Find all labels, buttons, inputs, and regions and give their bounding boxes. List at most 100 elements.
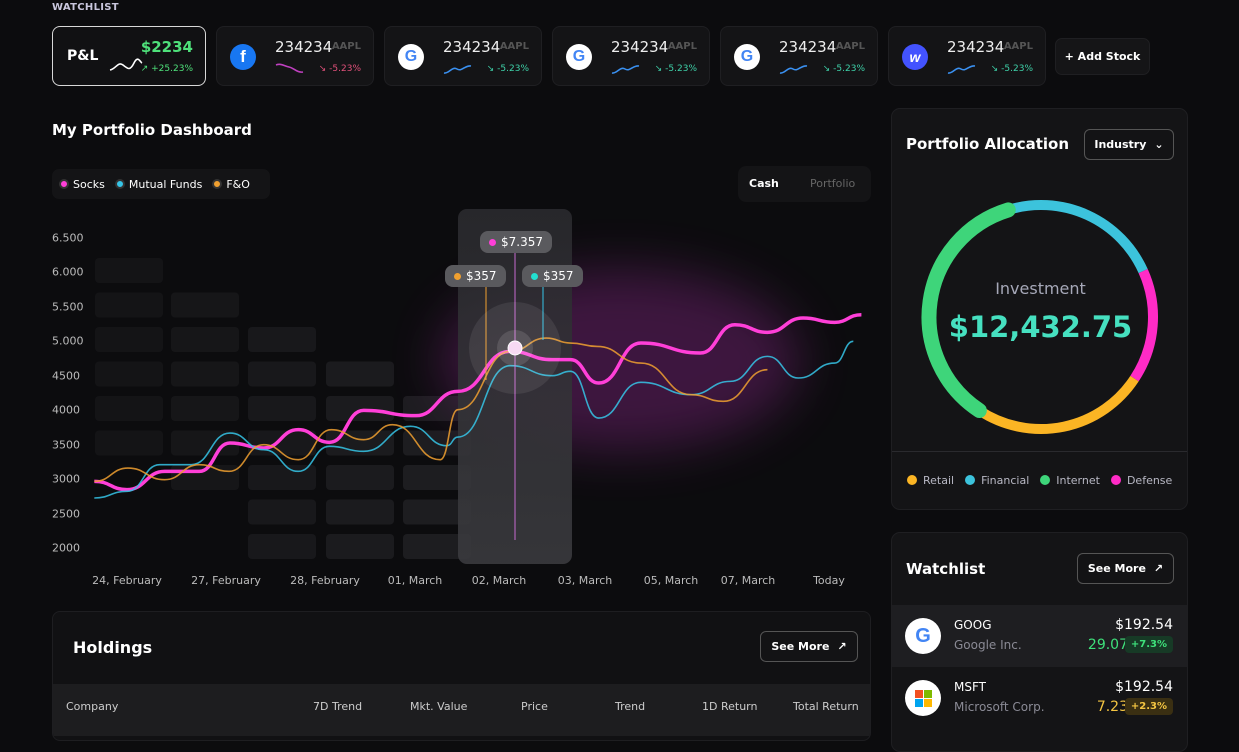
background-block bbox=[171, 362, 239, 387]
x-tick-label: 01, March bbox=[388, 574, 443, 587]
col-total-return[interactable]: Total Return bbox=[793, 700, 859, 713]
tooltip-fo: $357 bbox=[445, 265, 506, 287]
y-tick-label: 4500 bbox=[52, 369, 80, 382]
watchlist-see-more-button[interactable]: See More ↗ bbox=[1077, 553, 1174, 584]
tooltip-dot bbox=[531, 273, 538, 280]
legend-label: Financial bbox=[981, 474, 1029, 487]
portfolio-line-chart bbox=[0, 0, 880, 600]
x-tick-label: 05, March bbox=[644, 574, 699, 587]
price: $192.54 bbox=[1115, 617, 1173, 633]
y-tick-label: 6.000 bbox=[52, 266, 84, 279]
change: 29.07 bbox=[1088, 637, 1128, 653]
stock-ticker: AAPL bbox=[1004, 41, 1033, 52]
tooltip-value: $357 bbox=[466, 269, 497, 283]
tooltip-value: $7.357 bbox=[501, 235, 543, 249]
col-1d-return[interactable]: 1D Return bbox=[702, 700, 757, 713]
watchlist-card: Watchlist See More ↗ G GOOG Google Inc. $192… bbox=[891, 532, 1188, 752]
x-tick-label: Today bbox=[813, 574, 845, 587]
google-icon: G bbox=[905, 618, 941, 654]
background-block bbox=[248, 534, 316, 559]
allocation-legend-item: Financial bbox=[965, 474, 1029, 487]
tooltip-dot bbox=[454, 273, 461, 280]
background-block bbox=[326, 500, 394, 525]
background-block bbox=[326, 534, 394, 559]
background-block bbox=[95, 431, 163, 456]
donut-center-label: Investment bbox=[892, 279, 1189, 298]
allocation-legend-item: Retail bbox=[907, 474, 954, 487]
watchlist-item[interactable]: MSFT Microsoft Corp. $192.54 7.23+2.3% bbox=[892, 667, 1187, 729]
arrow-up-right-icon: ↗ bbox=[1154, 562, 1163, 575]
col-7d-trend[interactable]: 7D Trend bbox=[313, 700, 362, 713]
ticker: MSFT bbox=[954, 680, 986, 694]
add-stock-button[interactable]: + Add Stock bbox=[1055, 38, 1150, 75]
allocation-legend: Retail Financial Internet Defense bbox=[907, 474, 1172, 487]
y-tick-label: 3000 bbox=[52, 473, 80, 486]
legend-label: Internet bbox=[1056, 474, 1100, 487]
legend-dot bbox=[1040, 475, 1050, 485]
company-name: Google Inc. bbox=[954, 638, 1022, 652]
background-block bbox=[95, 258, 163, 283]
background-block bbox=[171, 327, 239, 352]
stock-card[interactable]: w 234234AAPL ↘ -5.23% bbox=[888, 26, 1046, 86]
watchlist-title: Watchlist bbox=[906, 560, 985, 578]
background-block bbox=[248, 431, 316, 456]
allocation-title: Portfolio Allocation bbox=[906, 135, 1069, 153]
price: $192.54 bbox=[1115, 679, 1173, 695]
background-block bbox=[171, 293, 239, 318]
tooltip-socks: $7.357 bbox=[480, 231, 552, 253]
background-block bbox=[326, 396, 394, 421]
microsoft-icon bbox=[905, 680, 941, 716]
holdings-see-more-button[interactable]: See More ↗ bbox=[760, 631, 858, 662]
change: 7.23 bbox=[1097, 699, 1128, 715]
background-block bbox=[95, 396, 163, 421]
button-label: See More bbox=[771, 640, 829, 653]
x-tick-label: 02, March bbox=[472, 574, 527, 587]
x-tick-label: 27, February bbox=[191, 574, 261, 587]
tooltip-value: $357 bbox=[543, 269, 574, 283]
company-name: Microsoft Corp. bbox=[954, 700, 1045, 714]
donut-slice-financial[interactable] bbox=[1008, 205, 1143, 271]
percent-badge: +7.3% bbox=[1125, 636, 1173, 653]
ticker: GOOG bbox=[954, 618, 992, 632]
col-trend[interactable]: Trend bbox=[615, 700, 645, 713]
stock-value: 234234 bbox=[947, 38, 1004, 56]
sparkline bbox=[947, 61, 977, 75]
stock-change: ↘ -5.23% bbox=[991, 64, 1033, 74]
industry-dropdown[interactable]: Industry⌄ bbox=[1084, 129, 1174, 160]
background-block bbox=[95, 293, 163, 318]
background-block bbox=[248, 500, 316, 525]
x-tick-label: 28, February bbox=[290, 574, 360, 587]
y-tick-label: 5.500 bbox=[52, 300, 84, 313]
y-tick-label: 2000 bbox=[52, 541, 80, 554]
legend-label: Defense bbox=[1127, 474, 1172, 487]
arrow-up-right-icon: ↗ bbox=[837, 640, 846, 653]
y-tick-label: 6.500 bbox=[52, 232, 84, 245]
portfolio-allocation-card: Portfolio Allocation Industry⌄ Investmen… bbox=[891, 108, 1188, 510]
hover-point[interactable] bbox=[508, 341, 522, 355]
col-mkt-value[interactable]: Mkt. Value bbox=[410, 700, 467, 713]
divider bbox=[892, 451, 1187, 452]
tooltip-dot bbox=[489, 239, 496, 246]
stock-change-value: -5.23% bbox=[1001, 64, 1033, 74]
col-company[interactable]: Company bbox=[66, 700, 118, 713]
holdings-title: Holdings bbox=[73, 638, 152, 657]
y-tick-label: 3500 bbox=[52, 438, 80, 451]
button-label: See More bbox=[1088, 562, 1146, 575]
allocation-legend-item: Defense bbox=[1111, 474, 1172, 487]
webflow-icon: w bbox=[902, 44, 928, 70]
background-block bbox=[95, 327, 163, 352]
background-block bbox=[248, 362, 316, 387]
background-block bbox=[248, 396, 316, 421]
background-block bbox=[326, 362, 394, 387]
donut-slice-retail[interactable] bbox=[979, 379, 1134, 429]
watchlist-item[interactable]: G GOOG Google Inc. $192.54 29.07+7.3% bbox=[892, 605, 1187, 667]
investment-value: $12,432.75 bbox=[892, 310, 1189, 344]
col-price[interactable]: Price bbox=[521, 700, 548, 713]
percent-badge: +2.3% bbox=[1125, 698, 1173, 715]
allocation-legend-item: Internet bbox=[1040, 474, 1100, 487]
legend-dot bbox=[1111, 475, 1121, 485]
background-block bbox=[248, 327, 316, 352]
legend-dot bbox=[965, 475, 975, 485]
tooltip-mutual-funds: $357 bbox=[522, 265, 583, 287]
x-tick-label: 24, February bbox=[92, 574, 162, 587]
